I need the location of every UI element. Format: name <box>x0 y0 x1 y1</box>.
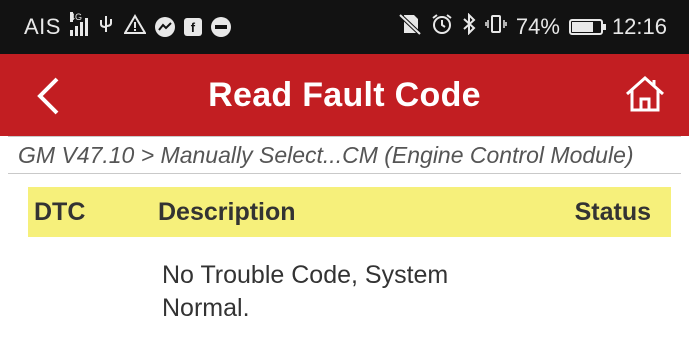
bluetooth-icon <box>462 12 476 41</box>
app-bar: Read Fault Code <box>0 54 689 136</box>
status-bar: AIS 4G f 74% 12:16 <box>0 0 689 54</box>
home-button[interactable] <box>623 72 667 116</box>
clock-label: 12:16 <box>611 14 667 39</box>
column-header-status: Status <box>574 197 651 226</box>
status-bar-left: AIS 4G f <box>24 12 231 40</box>
column-header-dtc: DTC <box>34 197 86 226</box>
no-sim-icon <box>398 13 422 41</box>
vibrate-icon <box>485 13 507 41</box>
usb-icon <box>97 14 115 40</box>
battery-icon <box>568 19 606 35</box>
table-row-description: No Trouble Code, System Normal. <box>162 261 449 322</box>
warning-icon <box>123 14 147 40</box>
alarm-icon <box>431 13 453 41</box>
line-icon <box>210 17 231 37</box>
page-title: Read Fault Code <box>208 75 481 114</box>
back-button[interactable] <box>30 74 66 118</box>
messenger-icon <box>154 17 175 37</box>
battery-fill <box>571 22 593 32</box>
table-header-row: DTC Description Status <box>28 187 671 237</box>
breadcrumb: GM V47.10 > Manually Select...CM (Engine… <box>8 136 681 174</box>
facebook-icon: f <box>183 18 202 36</box>
column-header-description: Description <box>158 197 296 226</box>
chevron-left-icon <box>37 77 59 115</box>
signal-icon: 4G <box>69 12 88 36</box>
home-icon <box>626 75 664 112</box>
network-type-label: 4G <box>69 12 82 22</box>
status-bar-right: 74% 12:16 <box>398 12 667 41</box>
battery-percent-label: 74% <box>515 14 560 39</box>
carrier-label: AIS <box>24 14 61 39</box>
